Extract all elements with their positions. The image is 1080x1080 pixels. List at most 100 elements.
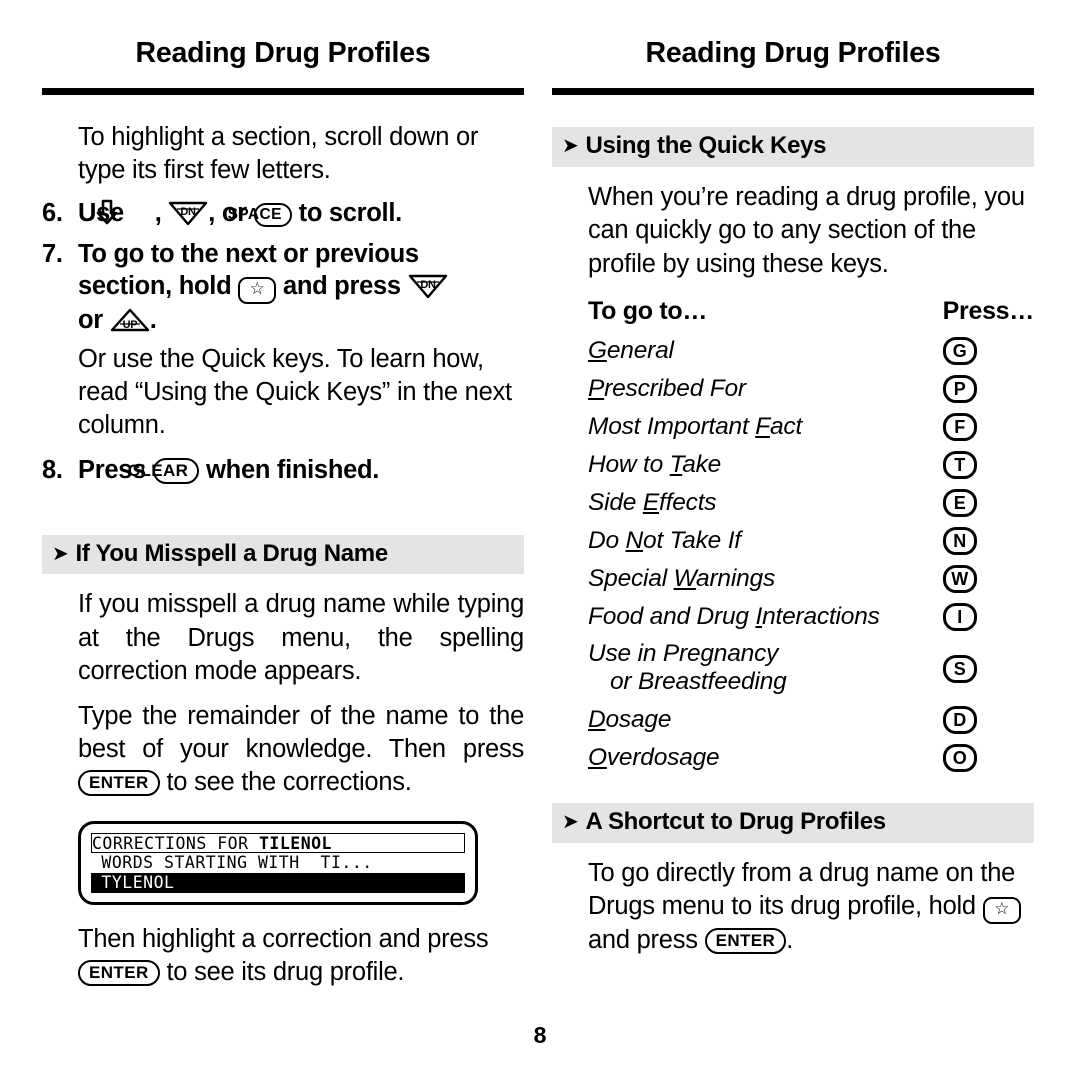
shortcut-paragraph: To go directly from a drug name on the D… <box>552 857 1034 957</box>
step-6-number: 6. <box>42 198 63 227</box>
quick-key-mnemonic-letter: N <box>625 526 644 554</box>
table-row: Most Important Fact F <box>552 408 1034 446</box>
clear-key[interactable]: CLEAR <box>128 458 200 485</box>
section-header-shortcut: ➤ A Shortcut to Drug Profiles <box>552 802 1034 843</box>
quick-keys-table-body: General G Prescribed For P Most Important Fa… <box>552 332 1034 777</box>
misspell-paragraph-2-a: Type the remainder of the name to the be… <box>78 701 524 763</box>
quick-key-cell: O <box>942 739 1034 777</box>
step-7-line-3-a: or <box>78 306 103 335</box>
step-7-line-2: section, hold ☆ and press DN <box>42 270 524 305</box>
table-row: Special Warnings W <box>552 560 1034 598</box>
lcd-line-1-prefix: CORRECTIONS FOR <box>92 834 259 854</box>
quick-key-mnemonic-letter: G <box>588 336 607 364</box>
section-header-shortcut-label: A Shortcut to Drug Profiles <box>585 807 886 835</box>
step-8-number: 8. <box>42 456 63 485</box>
letter-key-p[interactable]: P <box>942 375 977 404</box>
space-key[interactable]: SPACE <box>228 202 292 227</box>
intro-paragraph: To highlight a section, scroll down or t… <box>78 123 479 185</box>
misspell-paragraph-3-a: Then highlight a correction and press <box>78 925 489 954</box>
table-row: Use in Pregnancy or Breastfeeding S <box>552 636 1034 701</box>
quick-key-cell: W <box>942 560 1034 598</box>
quick-key-label: Overdosage <box>588 743 720 771</box>
section-header-quick-keys-label: Using the Quick Keys <box>585 132 827 160</box>
section-arrow-icon-2: ➤ <box>562 133 579 158</box>
quick-key-mnemonic-letter: I <box>755 602 763 630</box>
misspell-paragraph-1: If you misspell a drug name while typing… <box>78 590 524 685</box>
quick-key-cell: D <box>942 701 1034 739</box>
enter-key-1[interactable]: ENTER <box>78 770 160 797</box>
misspell-paragraph-2: Type the remainder of the name to the be… <box>42 700 524 799</box>
quick-key-cell: E <box>942 484 1034 522</box>
quick-keys-table: To go to… Press… General G Prescribed For P… <box>552 297 1034 777</box>
table-row: Overdosage O <box>552 739 1034 777</box>
section-header-misspell: ➤ If You Misspell a Drug Name <box>42 534 524 575</box>
letter-key-n[interactable]: N <box>942 527 977 556</box>
step-8: 8. Press CLEAR when finished. <box>42 454 524 486</box>
step-7-line-2-a: section, hold <box>78 272 232 301</box>
letter-key-i[interactable]: I <box>942 603 977 632</box>
lcd-screen: CORRECTIONS FOR TILENOL WORDS STARTING W… <box>91 833 465 894</box>
misspell-paragraph-3: Then highlight a correction and press EN… <box>42 923 524 989</box>
enter-key-2[interactable]: ENTER <box>78 960 160 987</box>
star-key-2[interactable]: ☆ <box>982 896 1021 924</box>
down-arrow-icon <box>96 199 155 225</box>
dn-key-icon-2: DN <box>408 273 448 299</box>
enter-key-3[interactable]: ENTER <box>704 927 787 954</box>
quick-key-label: Dosage <box>588 705 672 733</box>
table-row: Side Effects E <box>552 484 1034 522</box>
quick-key-mnemonic-letter: F <box>755 412 770 440</box>
quick-key-cell: G <box>942 332 1034 370</box>
svg-text:DN: DN <box>420 279 436 291</box>
quick-key-label-line-2: or Breastfeeding <box>610 668 787 696</box>
letter-key-g[interactable]: G <box>942 337 977 366</box>
section-header-misspell-label: If You Misspell a Drug Name <box>75 539 388 567</box>
letter-key-e[interactable]: E <box>942 489 977 518</box>
lcd-line-1: CORRECTIONS FOR TILENOL <box>91 833 465 854</box>
quick-key-label: Do Not Take If <box>588 526 741 554</box>
svg-text:UP: UP <box>122 319 137 331</box>
quick-key-label: Food and Drug Interactions <box>588 602 880 630</box>
misspell-paragraph-2-b: to see the corrections. <box>166 768 412 797</box>
star-key[interactable]: ☆ <box>238 277 277 305</box>
page-title-left: Reading Drug Profiles <box>135 37 431 69</box>
quick-key-mnemonic-letter: W <box>673 564 697 592</box>
step-7: 7. To go to the next or previous <box>42 238 524 270</box>
quick-key-cell: S <box>942 636 1034 701</box>
section-arrow-icon: ➤ <box>52 540 69 565</box>
quick-key-mnemonic-letter: D <box>588 705 606 733</box>
letter-key-o[interactable]: O <box>942 744 977 773</box>
quick-key-label: Use in Pregnancy or Breastfeeding <box>552 636 943 701</box>
quick-key-mnemonic-letter: O <box>588 743 607 771</box>
letter-key-t[interactable]: T <box>942 451 977 480</box>
letter-key-d[interactable]: D <box>942 706 977 735</box>
quick-key-cell: T <box>942 446 1034 484</box>
header-rule-left <box>42 88 524 96</box>
step-7-note: Or use the Quick keys. To learn how, rea… <box>78 344 512 440</box>
letter-key-w[interactable]: W <box>942 565 977 594</box>
manual-page: Reading Drug Profiles To highlight a sec… <box>0 0 1080 1080</box>
lcd-line-1-bold: TILENOL <box>258 834 332 854</box>
step-6-sep-1: , <box>154 198 162 227</box>
quick-keys-paragraph: When you’re reading a drug profile, you … <box>588 183 1025 278</box>
quick-key-mnemonic-letter: T <box>669 450 683 478</box>
page-title-right: Reading Drug Profiles <box>645 37 941 69</box>
dn-key-icon: DN <box>168 200 208 226</box>
quick-key-mnemonic-letter: E <box>642 488 659 516</box>
quick-key-cell: I <box>942 598 1034 636</box>
table-row: Prescribed For P <box>552 370 1034 408</box>
step-7-line-3-b: . <box>149 306 157 335</box>
shortcut-paragraph-a: To go directly from a drug name on the D… <box>588 858 1016 920</box>
lcd-line-2: WORDS STARTING WITH TI... <box>91 853 465 874</box>
step-7-number: 7. <box>42 240 63 268</box>
up-key-icon: UP <box>110 307 150 333</box>
svg-text:DN: DN <box>181 206 197 218</box>
quick-key-label: Most Important Fact <box>588 412 803 440</box>
header-rule-right <box>552 88 1034 96</box>
letter-key-f[interactable]: F <box>942 413 977 442</box>
table-row: How to Take T <box>552 446 1034 484</box>
letter-key-s[interactable]: S <box>942 654 977 683</box>
quick-key-label: Prescribed For <box>588 374 746 402</box>
lcd-line-3: TYLENOL <box>91 873 465 894</box>
quick-key-cell: P <box>942 370 1034 408</box>
section-header-quick-keys: ➤ Using the Quick Keys <box>552 127 1034 168</box>
